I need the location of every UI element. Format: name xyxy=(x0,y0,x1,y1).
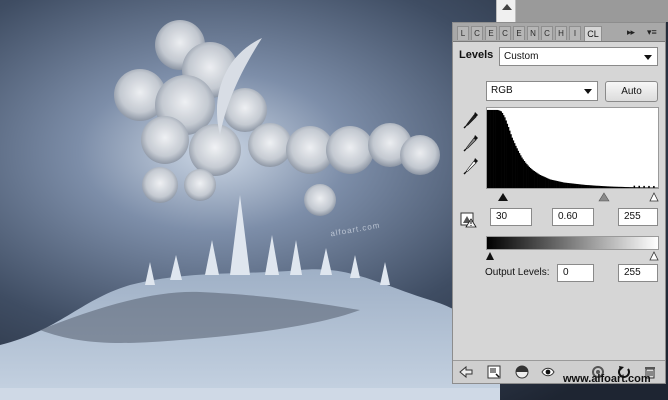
input-gamma-field[interactable]: 0.60 xyxy=(552,208,594,226)
panel-tab[interactable]: C xyxy=(471,26,483,40)
chevron-down-icon xyxy=(584,89,592,94)
clip-to-layer-icon[interactable] xyxy=(515,365,529,379)
expanded-view-icon[interactable] xyxy=(487,365,501,379)
collapsed-tab-strip: L C E C E N C H I xyxy=(457,26,583,40)
panel-tab[interactable]: N xyxy=(527,26,539,40)
input-black-field[interactable]: 30 xyxy=(490,208,532,226)
gamma-handle[interactable] xyxy=(598,192,610,202)
white-point-handle[interactable] xyxy=(649,192,659,202)
black-point-eyedropper-icon[interactable] xyxy=(463,111,479,129)
scroll-up-arrow-icon[interactable] xyxy=(502,4,512,10)
screen: alfoart.com L C E C E N C H I CL ▸▸ ▾≡ L… xyxy=(0,0,668,400)
output-levels-slider[interactable] xyxy=(486,250,659,262)
output-black-field[interactable]: 0 xyxy=(557,264,594,282)
workspace-background xyxy=(516,0,668,22)
panel-menu-icon[interactable]: ▾≡ xyxy=(647,27,657,38)
visibility-eye-icon[interactable] xyxy=(541,365,555,379)
output-white-handle[interactable] xyxy=(649,251,659,261)
preset-dropdown[interactable]: Custom xyxy=(499,47,658,66)
clipping-warning-icon[interactable] xyxy=(460,210,478,228)
panel-tab-bar: L C E C E N C H I CL ▸▸ ▾≡ xyxy=(453,23,665,42)
output-black-handle[interactable] xyxy=(486,252,494,260)
panel-tab[interactable]: I xyxy=(569,26,581,40)
channel-value: RGB xyxy=(491,85,513,96)
panel-tab[interactable]: H xyxy=(555,26,567,40)
chevron-down-icon xyxy=(644,55,652,60)
gray-point-eyedropper-icon[interactable] xyxy=(463,134,479,152)
panel-tab[interactable]: L xyxy=(457,26,469,40)
auto-button[interactable]: Auto xyxy=(605,81,658,102)
panel-tab[interactable]: C xyxy=(541,26,553,40)
output-levels-gradient xyxy=(486,236,659,250)
output-levels-label: Output Levels: xyxy=(485,267,550,278)
output-white-field[interactable]: 255 xyxy=(618,264,658,282)
histogram xyxy=(486,107,659,189)
black-point-handle[interactable] xyxy=(498,193,508,201)
input-levels-slider[interactable] xyxy=(486,191,659,203)
tab-adjustments-active[interactable]: CL xyxy=(584,26,602,41)
expand-panels-icon[interactable]: ▸▸ xyxy=(627,27,635,38)
scrollbar-top[interactable] xyxy=(496,0,516,22)
site-watermark: www.alfoart.com xyxy=(563,373,651,385)
channel-dropdown[interactable]: RGB xyxy=(486,81,598,101)
preset-value: Custom xyxy=(504,51,539,62)
adjustments-panel: L C E C E N C H I CL ▸▸ ▾≡ Levels Custom… xyxy=(452,22,666,384)
back-arrow-icon[interactable] xyxy=(459,365,473,379)
panel-tab[interactable]: E xyxy=(513,26,525,40)
input-white-field[interactable]: 255 xyxy=(618,208,658,226)
panel-tab[interactable]: E xyxy=(485,26,497,40)
panel-tab[interactable]: C xyxy=(499,26,511,40)
white-point-eyedropper-icon[interactable] xyxy=(463,157,479,175)
levels-title: Levels xyxy=(459,49,494,61)
